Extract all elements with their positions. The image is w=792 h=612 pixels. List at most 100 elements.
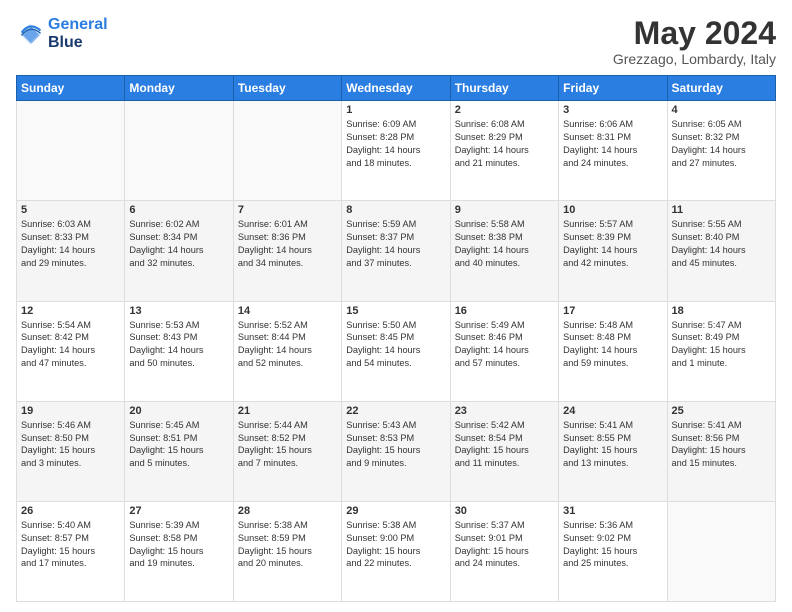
day-info: Sunrise: 5:50 AM Sunset: 8:45 PM Dayligh…	[346, 319, 445, 371]
week-row-0: 1 Sunrise: 6:09 AM Sunset: 8:28 PM Daylig…	[17, 101, 776, 201]
day-number: 4	[672, 104, 771, 116]
day-number: 6	[129, 204, 228, 216]
table-row: 9 Sunrise: 5:58 AM Sunset: 8:38 PM Daylig…	[450, 201, 558, 301]
day-number: 14	[238, 305, 337, 317]
day-number: 9	[455, 204, 554, 216]
table-row: 21Sunrise: 5:44 AM Sunset: 8:52 PM Dayli…	[233, 401, 341, 501]
table-row: 13 Sunrise: 5:53 AM Sunset: 8:43 PM Dayli…	[125, 301, 233, 401]
day-info: Sunrise: 6:03 AM Sunset: 8:33 PM Dayligh…	[21, 218, 120, 270]
col-friday: Friday	[559, 76, 667, 101]
table-row: 16Sunrise: 5:49 AM Sunset: 8:46 PM Dayli…	[450, 301, 558, 401]
day-info: Sunrise: 5:53 AM Sunset: 8:43 PM Dayligh…	[129, 319, 228, 371]
day-number: 24	[563, 405, 662, 417]
table-row	[125, 101, 233, 201]
table-row: 31 Sunrise: 5:36 AM Sunset: 9:02 PM Dayli…	[559, 501, 667, 601]
table-row: 18Sunrise: 5:47 AM Sunset: 8:49 PM Dayli…	[667, 301, 775, 401]
week-row-4: 26Sunrise: 5:40 AM Sunset: 8:57 PM Dayli…	[17, 501, 776, 601]
day-info: Sunrise: 6:02 AM Sunset: 8:34 PM Dayligh…	[129, 218, 228, 270]
day-info: Sunrise: 5:46 AM Sunset: 8:50 PM Dayligh…	[21, 419, 120, 471]
table-row: 20 Sunrise: 5:45 AM Sunset: 8:51 PM Dayli…	[125, 401, 233, 501]
day-info: Sunrise: 6:08 AM Sunset: 8:29 PM Dayligh…	[455, 118, 554, 170]
day-info: Sunrise: 5:45 AM Sunset: 8:51 PM Dayligh…	[129, 419, 228, 471]
calendar-table: Sunday Monday Tuesday Wednesday Thursday…	[16, 75, 776, 602]
table-row	[17, 101, 125, 201]
day-number: 25	[672, 405, 771, 417]
day-number: 15	[346, 305, 445, 317]
day-info: Sunrise: 5:41 AM Sunset: 8:56 PM Dayligh…	[672, 419, 771, 471]
day-number: 11	[672, 204, 771, 216]
table-row: 22 Sunrise: 5:43 AM Sunset: 8:53 PM Dayli…	[342, 401, 450, 501]
day-info: Sunrise: 5:57 AM Sunset: 8:39 PM Dayligh…	[563, 218, 662, 270]
table-row: 23 Sunrise: 5:42 AM Sunset: 8:54 PM Dayli…	[450, 401, 558, 501]
logo-icon	[16, 20, 44, 48]
day-info: Sunrise: 6:01 AM Sunset: 8:36 PM Dayligh…	[238, 218, 337, 270]
day-info: Sunrise: 5:55 AM Sunset: 8:40 PM Dayligh…	[672, 218, 771, 270]
day-number: 5	[21, 204, 120, 216]
day-info: Sunrise: 6:06 AM Sunset: 8:31 PM Dayligh…	[563, 118, 662, 170]
day-number: 19	[21, 405, 120, 417]
day-number: 20	[129, 405, 228, 417]
day-number: 7	[238, 204, 337, 216]
day-number: 1	[346, 104, 445, 116]
table-row: 11 Sunrise: 5:55 AM Sunset: 8:40 PM Dayli…	[667, 201, 775, 301]
col-thursday: Thursday	[450, 76, 558, 101]
col-monday: Monday	[125, 76, 233, 101]
col-saturday: Saturday	[667, 76, 775, 101]
day-number: 16	[455, 305, 554, 317]
day-number: 22	[346, 405, 445, 417]
table-row: 24 Sunrise: 5:41 AM Sunset: 8:55 PM Dayli…	[559, 401, 667, 501]
day-number: 31	[563, 505, 662, 517]
calendar-header-row: Sunday Monday Tuesday Wednesday Thursday…	[17, 76, 776, 101]
day-number: 12	[21, 305, 120, 317]
day-info: Sunrise: 5:52 AM Sunset: 8:44 PM Dayligh…	[238, 319, 337, 371]
table-row: 5 Sunrise: 6:03 AM Sunset: 8:33 PM Daylig…	[17, 201, 125, 301]
table-row: 26Sunrise: 5:40 AM Sunset: 8:57 PM Dayli…	[17, 501, 125, 601]
location: Grezzago, Lombardy, Italy	[613, 51, 776, 67]
day-number: 23	[455, 405, 554, 417]
month-title: May 2024	[613, 16, 776, 51]
table-row: 12 Sunrise: 5:54 AM Sunset: 8:42 PM Dayli…	[17, 301, 125, 401]
day-number: 28	[238, 505, 337, 517]
week-row-2: 12 Sunrise: 5:54 AM Sunset: 8:42 PM Dayli…	[17, 301, 776, 401]
week-row-3: 19 Sunrise: 5:46 AM Sunset: 8:50 PM Dayli…	[17, 401, 776, 501]
day-info: Sunrise: 5:36 AM Sunset: 9:02 PM Dayligh…	[563, 519, 662, 571]
title-block: May 2024 Grezzago, Lombardy, Italy	[613, 16, 776, 67]
day-info: Sunrise: 5:54 AM Sunset: 8:42 PM Dayligh…	[21, 319, 120, 371]
day-number: 29	[346, 505, 445, 517]
day-info: Sunrise: 5:39 AM Sunset: 8:58 PM Dayligh…	[129, 519, 228, 571]
day-number: 26	[21, 505, 120, 517]
col-sunday: Sunday	[17, 76, 125, 101]
day-info: Sunrise: 5:58 AM Sunset: 8:38 PM Dayligh…	[455, 218, 554, 270]
table-row: 6 Sunrise: 6:02 AM Sunset: 8:34 PM Daylig…	[125, 201, 233, 301]
header: General Blue May 2024 Grezzago, Lombardy…	[16, 16, 776, 67]
table-row: 8Sunrise: 5:59 AM Sunset: 8:37 PM Daylig…	[342, 201, 450, 301]
table-row: 30Sunrise: 5:37 AM Sunset: 9:01 PM Dayli…	[450, 501, 558, 601]
day-info: Sunrise: 5:44 AM Sunset: 8:52 PM Dayligh…	[238, 419, 337, 471]
day-info: Sunrise: 6:09 AM Sunset: 8:28 PM Dayligh…	[346, 118, 445, 170]
table-row: 10Sunrise: 5:57 AM Sunset: 8:39 PM Dayli…	[559, 201, 667, 301]
week-row-1: 5 Sunrise: 6:03 AM Sunset: 8:33 PM Daylig…	[17, 201, 776, 301]
table-row: 15 Sunrise: 5:50 AM Sunset: 8:45 PM Dayli…	[342, 301, 450, 401]
table-row: 25 Sunrise: 5:41 AM Sunset: 8:56 PM Dayli…	[667, 401, 775, 501]
day-info: Sunrise: 5:38 AM Sunset: 8:59 PM Dayligh…	[238, 519, 337, 571]
day-number: 27	[129, 505, 228, 517]
day-info: Sunrise: 5:47 AM Sunset: 8:49 PM Dayligh…	[672, 319, 771, 371]
logo: General Blue	[16, 16, 108, 52]
day-number: 8	[346, 204, 445, 216]
day-number: 17	[563, 305, 662, 317]
table-row: 4 Sunrise: 6:05 AM Sunset: 8:32 PM Daylig…	[667, 101, 775, 201]
logo-text: General Blue	[48, 16, 108, 52]
table-row	[233, 101, 341, 201]
day-info: Sunrise: 5:38 AM Sunset: 9:00 PM Dayligh…	[346, 519, 445, 571]
day-info: Sunrise: 5:43 AM Sunset: 8:53 PM Dayligh…	[346, 419, 445, 471]
day-info: Sunrise: 5:41 AM Sunset: 8:55 PM Dayligh…	[563, 419, 662, 471]
table-row: 7 Sunrise: 6:01 AM Sunset: 8:36 PM Daylig…	[233, 201, 341, 301]
day-info: Sunrise: 6:05 AM Sunset: 8:32 PM Dayligh…	[672, 118, 771, 170]
table-row: 17Sunrise: 5:48 AM Sunset: 8:48 PM Dayli…	[559, 301, 667, 401]
day-number: 13	[129, 305, 228, 317]
day-number: 30	[455, 505, 554, 517]
table-row: 28 Sunrise: 5:38 AM Sunset: 8:59 PM Dayli…	[233, 501, 341, 601]
table-row: 29 Sunrise: 5:38 AM Sunset: 9:00 PM Dayli…	[342, 501, 450, 601]
day-info: Sunrise: 5:42 AM Sunset: 8:54 PM Dayligh…	[455, 419, 554, 471]
table-row: 2Sunrise: 6:08 AM Sunset: 8:29 PM Daylig…	[450, 101, 558, 201]
